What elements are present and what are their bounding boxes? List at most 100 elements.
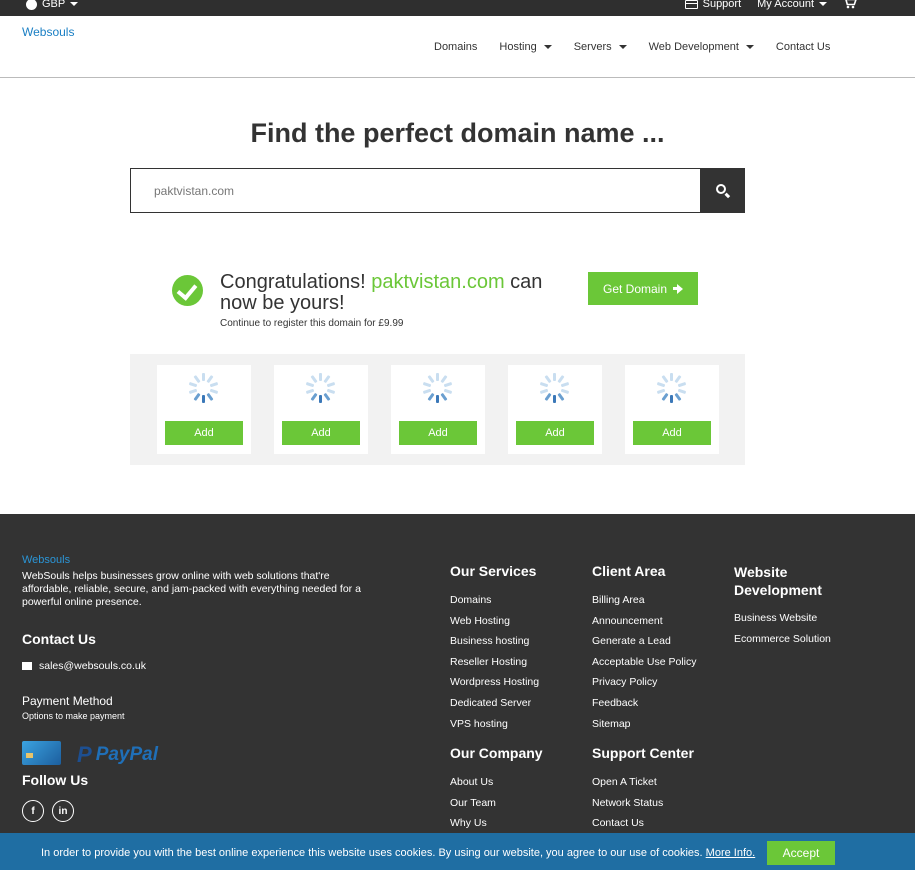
- footer-link[interactable]: Ecommerce Solution: [734, 629, 831, 650]
- site-footer: Websouls WebSouls helps businesses grow …: [0, 514, 915, 870]
- nav-label: Domains: [434, 41, 478, 53]
- credit-card-icon: [22, 741, 61, 765]
- loading-spinner-icon: [422, 373, 453, 403]
- domain-suggestions: Add Add Add Add Add: [130, 354, 745, 465]
- footer-link[interactable]: Domains: [450, 590, 539, 611]
- nav-hosting[interactable]: Hosting: [499, 41, 552, 53]
- footer-link[interactable]: About Us: [450, 772, 496, 793]
- get-domain-button[interactable]: Get Domain: [588, 272, 698, 305]
- currency-selector[interactable]: GBP: [26, 0, 79, 10]
- nav-contact-us[interactable]: Contact Us: [776, 41, 830, 53]
- add-suggestion-button[interactable]: Add: [282, 421, 360, 445]
- my-account-menu[interactable]: My Account: [757, 0, 827, 10]
- cart-button[interactable]: [843, 0, 857, 12]
- facebook-icon[interactable]: f: [22, 800, 44, 822]
- footer-link[interactable]: Generate a Lead: [592, 631, 696, 652]
- caret-down-icon: [819, 2, 827, 6]
- add-suggestion-button[interactable]: Add: [633, 421, 711, 445]
- footer-link[interactable]: Feedback: [592, 693, 696, 714]
- loading-spinner-icon: [539, 373, 570, 403]
- loading-spinner-icon: [305, 373, 336, 403]
- support-links: Open A Ticket Network Status Contact Us: [592, 772, 663, 834]
- webdev-heading-line-2: Development: [734, 582, 822, 598]
- nav-label: Web Development: [648, 41, 739, 53]
- footer-link[interactable]: Acceptable Use Policy: [592, 652, 696, 673]
- footer-link[interactable]: Announcement: [592, 611, 696, 632]
- cookie-text: In order to provide you with the best on…: [41, 847, 703, 859]
- suggestion-card: Add: [625, 365, 719, 454]
- congrats-suffix-1: can: [510, 271, 543, 293]
- support-link[interactable]: Support: [684, 0, 742, 10]
- congrats-suffix-2: now be yours!: [220, 292, 345, 314]
- footer-link[interactable]: VPS hosting: [450, 714, 539, 735]
- accept-cookies-button[interactable]: Accept: [767, 841, 835, 865]
- footer-link[interactable]: Network Status: [592, 793, 663, 814]
- footer-link[interactable]: Web Hosting: [450, 611, 539, 632]
- footer-link[interactable]: Contact Us: [592, 813, 663, 834]
- cookie-message: In order to provide you with the best on…: [41, 847, 755, 859]
- page-title: Find the perfect domain name ...: [250, 118, 665, 148]
- footer-link[interactable]: Business Website: [734, 608, 831, 629]
- suggestion-card: Add: [508, 365, 602, 454]
- price-note: Continue to register this domain for £9.…: [220, 318, 404, 329]
- currency-label: GBP: [42, 0, 66, 10]
- nav-web-development[interactable]: Web Development: [649, 41, 754, 53]
- support-heading: Support Center: [592, 745, 694, 761]
- site-logo[interactable]: Websouls: [22, 25, 74, 39]
- email-label: sales@websouls.co.uk: [39, 660, 146, 672]
- linkedin-icon[interactable]: in: [52, 800, 74, 822]
- footer-link[interactable]: Reseller Hosting: [450, 652, 539, 673]
- contact-email[interactable]: sales@websouls.co.uk: [22, 660, 146, 672]
- company-heading: Our Company: [450, 745, 543, 761]
- payment-subtext: Options to make payment: [22, 711, 125, 721]
- arrow-right-icon: [673, 283, 684, 294]
- nav-label: Hosting: [499, 41, 537, 53]
- client-heading: Client Area: [592, 563, 666, 579]
- get-domain-label: Get Domain: [602, 281, 668, 296]
- available-domain: paktvistan.com: [371, 271, 505, 293]
- company-links: About Us Our Team Why Us: [450, 772, 496, 834]
- loading-spinner-icon: [656, 373, 687, 403]
- availability-message: Congratulations! paktvistan.com can now …: [220, 272, 570, 314]
- add-suggestion-button[interactable]: Add: [399, 421, 477, 445]
- search-icon: [716, 184, 726, 194]
- contact-heading: Contact Us: [22, 631, 96, 647]
- add-suggestion-button[interactable]: Add: [516, 421, 594, 445]
- domain-search-box: [130, 168, 745, 213]
- more-info-link[interactable]: More Info.: [706, 847, 756, 859]
- add-suggestion-button[interactable]: Add: [165, 421, 243, 445]
- services-heading: Our Services: [450, 563, 537, 579]
- footer-link[interactable]: Why Us: [450, 813, 496, 834]
- my-account-label: My Account: [757, 0, 814, 10]
- suggestion-card: Add: [157, 365, 251, 454]
- footer-link[interactable]: Business hosting: [450, 631, 539, 652]
- footer-link[interactable]: Privacy Policy: [592, 672, 696, 693]
- nav-domains[interactable]: Domains: [434, 41, 477, 53]
- search-button[interactable]: [700, 169, 744, 212]
- footer-logo[interactable]: Websouls: [22, 554, 70, 566]
- footer-link[interactable]: Dedicated Server: [450, 693, 539, 714]
- nav-servers[interactable]: Servers: [574, 41, 627, 53]
- footer-link[interactable]: Wordpress Hosting: [450, 672, 539, 693]
- webdev-heading: Website Development: [734, 563, 822, 599]
- nav-label: Servers: [573, 41, 612, 53]
- footer-link[interactable]: Billing Area: [592, 590, 696, 611]
- footer-link[interactable]: Sitemap: [592, 714, 696, 735]
- footer-link[interactable]: Open A Ticket: [592, 772, 663, 793]
- caret-down-icon: [745, 45, 754, 49]
- globe-icon: [26, 0, 37, 10]
- paypal-icon: P: [77, 742, 92, 767]
- follow-heading: Follow Us: [22, 772, 89, 788]
- footer-link[interactable]: Our Team: [450, 793, 496, 814]
- support-label: Support: [702, 0, 742, 10]
- cookie-banner: In order to provide you with the best on…: [0, 833, 915, 870]
- loading-spinner-icon: [188, 373, 219, 403]
- site-header: Websouls Domains Hosting Servers Web Dev…: [0, 16, 915, 78]
- top-bar: GBP Support My Account: [0, 0, 915, 16]
- envelope-icon: [22, 662, 32, 670]
- congrats-prefix: Congratulations!: [220, 271, 366, 293]
- paypal-logo: P PayPal: [77, 742, 158, 768]
- domain-search-input[interactable]: [131, 169, 701, 212]
- client-links: Billing Area Announcement Generate a Lea…: [592, 590, 696, 734]
- footer-about: WebSouls helps businesses grow online wi…: [22, 570, 361, 608]
